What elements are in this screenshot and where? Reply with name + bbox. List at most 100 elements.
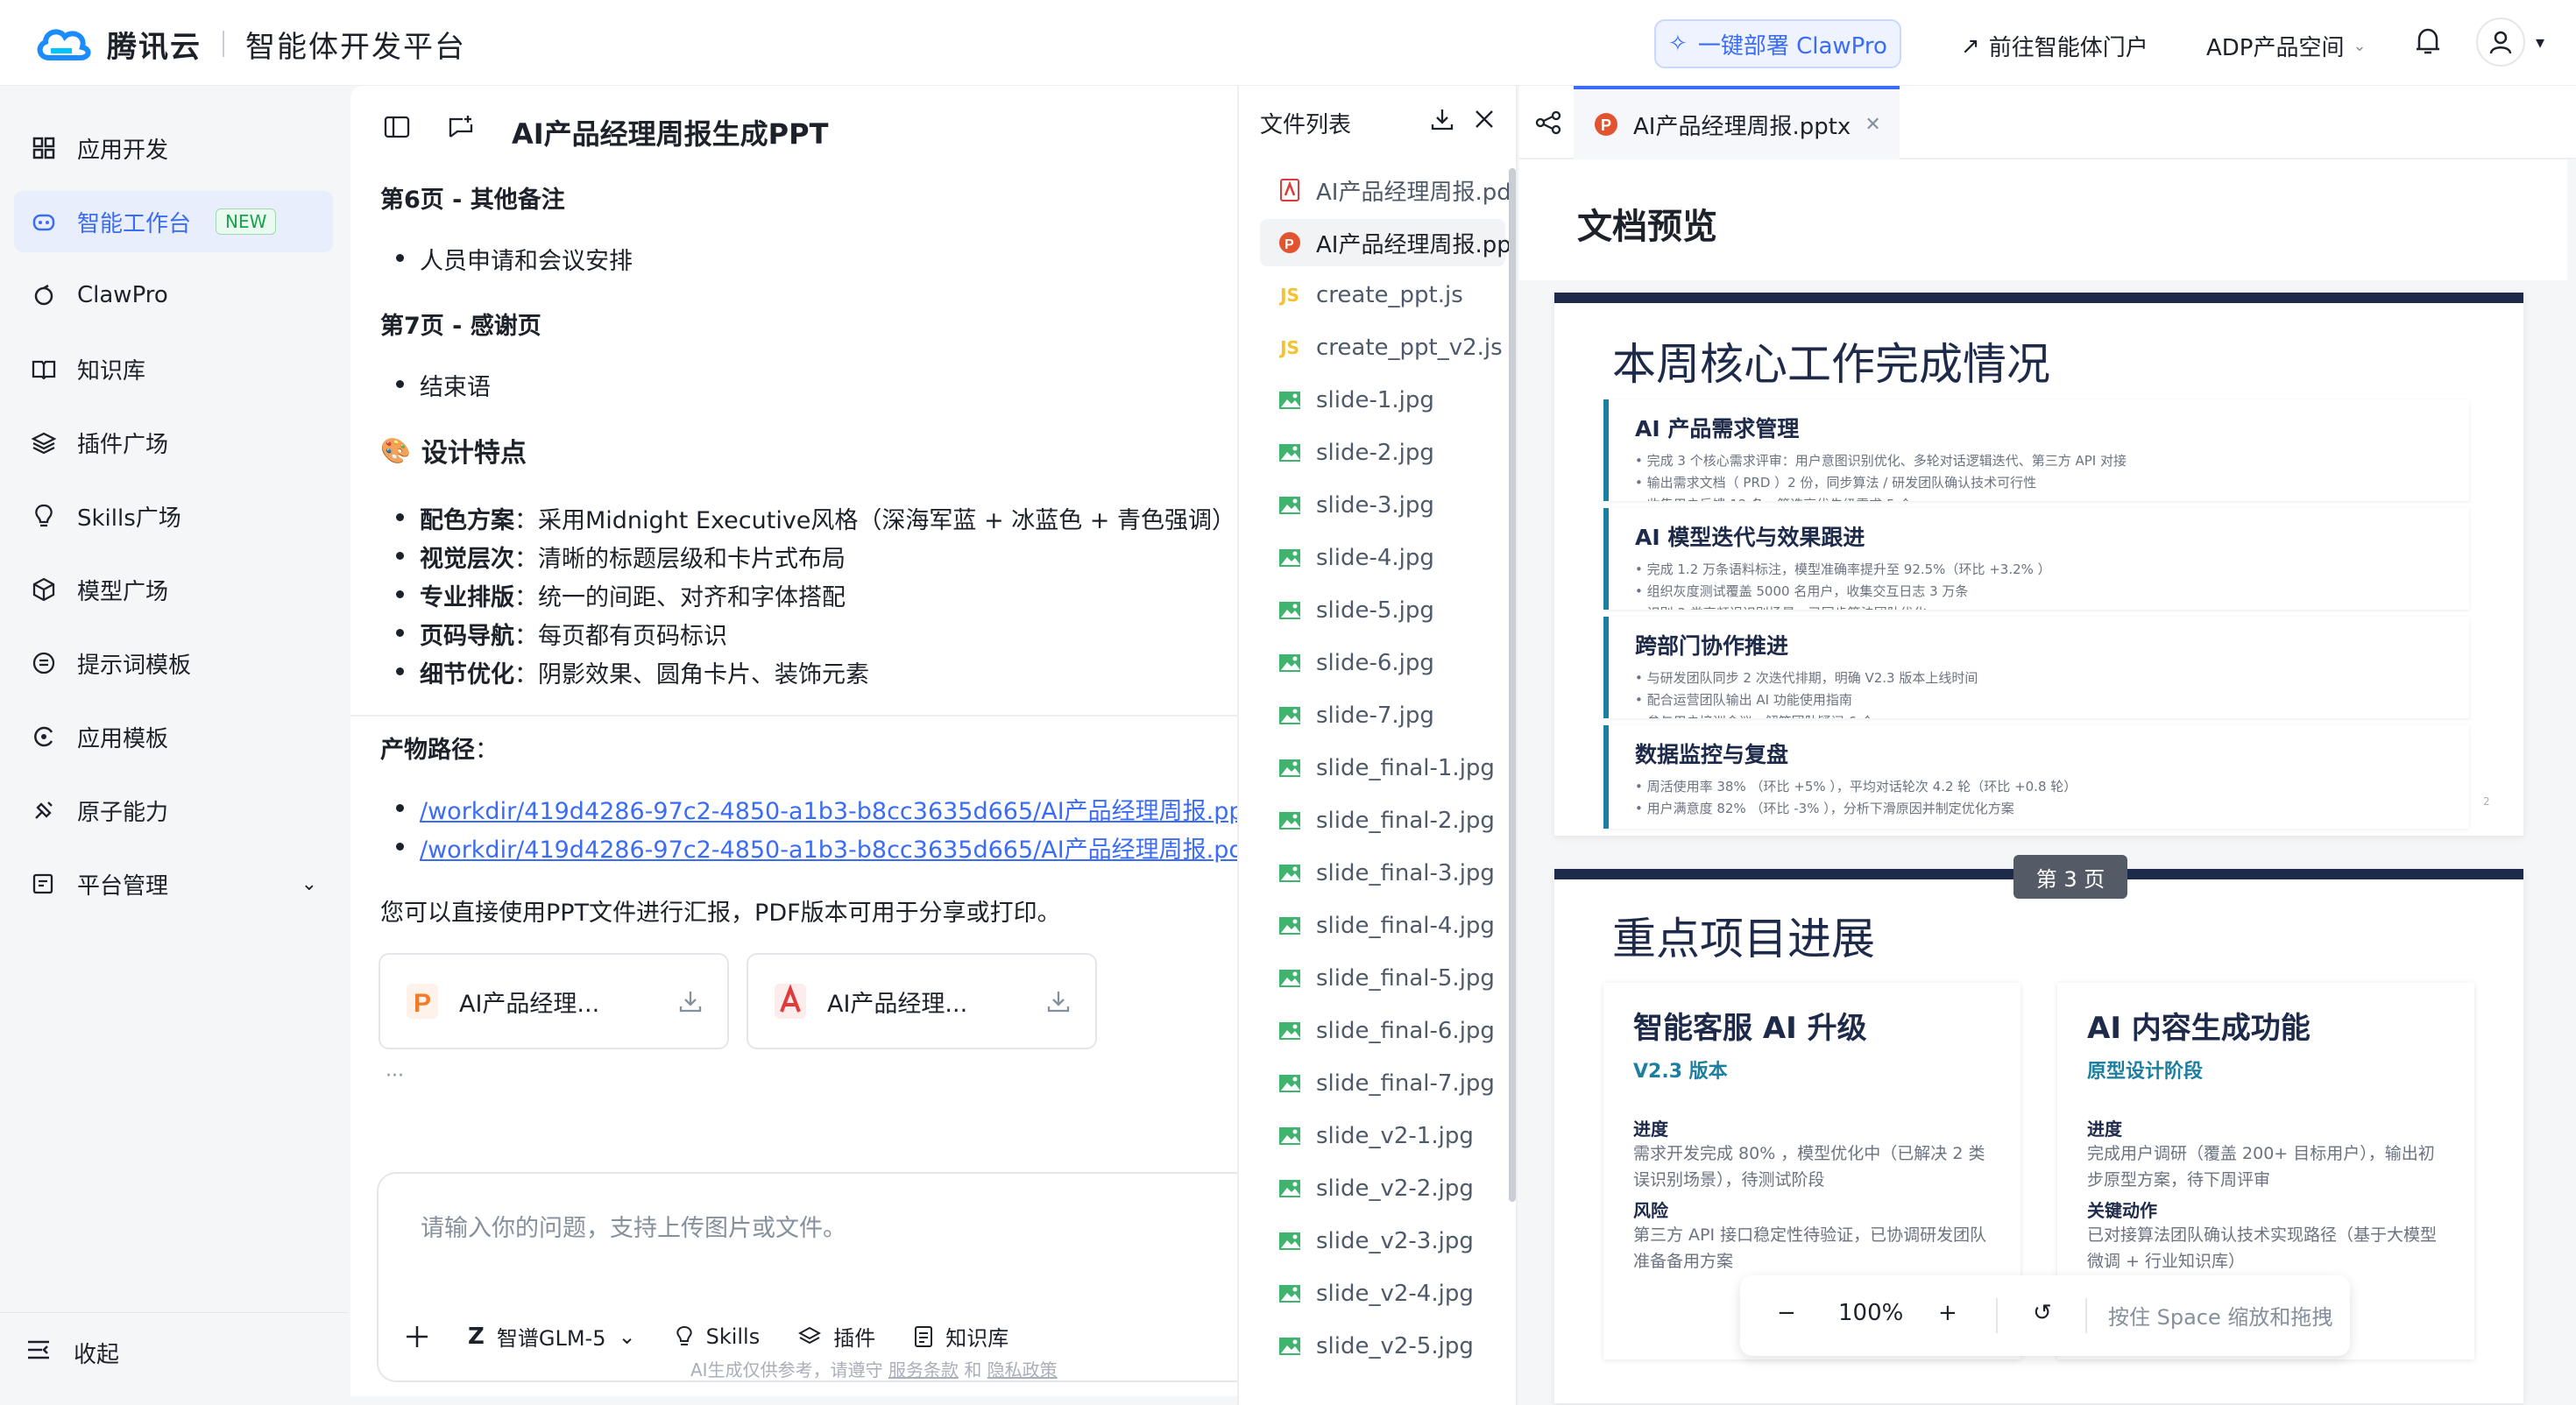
close-icon[interactable] xyxy=(1474,109,1495,133)
file-list-item[interactable]: slide_v2-4.jpg xyxy=(1260,1270,1505,1317)
list-item: 页码导航：每页都有页码标识 xyxy=(380,617,727,651)
chat-input[interactable]: 请输入你的问题，支持上传图片或文件。 xyxy=(421,1209,846,1243)
notification-bell-icon[interactable] xyxy=(2415,26,2441,60)
file-list-item[interactable]: slide_v2-2.jpg xyxy=(1260,1165,1505,1212)
file-list-item[interactable]: slide_final-6.jpg xyxy=(1260,1007,1505,1055)
new-badge: NEW xyxy=(216,208,277,235)
file-list-item[interactable]: slide_final-1.jpg xyxy=(1260,745,1505,792)
pdf-file-icon xyxy=(1277,178,1302,202)
chat-panel: AI产品经理周报生成PPT 第6页 - 其他备注 人员申请和会议安排 第7页 -… xyxy=(350,86,1237,1396)
file-list-item[interactable]: JS create_ppt.js xyxy=(1260,272,1505,319)
sidebar-item-atomic[interactable]: 原子能力 xyxy=(14,780,333,841)
sidebar-item-platform[interactable]: 平台管理 ⌄ xyxy=(14,853,333,914)
download-all-icon[interactable] xyxy=(1430,107,1454,135)
sidebar-item-clawpro[interactable]: ClawPro xyxy=(14,265,333,326)
add-attachment-button[interactable] xyxy=(405,1324,429,1349)
knowledge-button[interactable]: 知识库 xyxy=(914,1321,1008,1352)
collapse-button[interactable]: 收起 xyxy=(26,1337,119,1369)
section-line: • 配合运营团队输出 AI 功能使用指南 xyxy=(1635,692,1852,708)
image-file-icon xyxy=(1277,1071,1302,1096)
file-list-item[interactable]: slide-3.jpg xyxy=(1260,482,1505,529)
file-list-item[interactable]: slide-2.jpg xyxy=(1260,429,1505,477)
typing-ellipsis: ··· xyxy=(386,1065,404,1087)
section-line: • 用户满意度 82% （环比 -3% ），分析下滑原因并制定优化方案 xyxy=(1635,801,2014,816)
plugins-button[interactable]: 插件 xyxy=(798,1321,875,1352)
doc-preview-header: 文档预览 xyxy=(1519,159,2567,280)
file-list-item[interactable]: JS create_ppt_v2.js xyxy=(1260,324,1505,371)
file-list-item[interactable]: slide_final-7.jpg xyxy=(1260,1060,1505,1107)
list-icon xyxy=(30,649,58,677)
user-menu[interactable]: ▾ xyxy=(2476,18,2544,67)
privacy-link[interactable]: 隐私政策 xyxy=(987,1359,1058,1380)
model-selector[interactable]: Z 智谱GLM-5 ⌄ xyxy=(468,1321,636,1352)
file-name: slide-5.jpg xyxy=(1316,597,1434,624)
skills-button[interactable]: Skills xyxy=(675,1324,760,1349)
chat-input-box[interactable]: 请输入你的问题，支持上传图片或文件。 Z 智谱GLM-5 ⌄ Skills 插件… xyxy=(377,1172,1237,1382)
file-list-item[interactable]: slide_v2-3.jpg xyxy=(1260,1218,1505,1265)
sidebar-item-app-dev[interactable]: 应用开发 xyxy=(14,117,333,179)
section-line: • 输出需求文档（ PRD ）2 份，同步算法 / 研发团队确认技术可行性 xyxy=(1635,475,2037,491)
chat-note: 您可以直接使用PPT文件进行汇报，PDF版本可用于分享或打印。 xyxy=(380,900,1061,927)
zoom-out-button[interactable]: − xyxy=(1777,1300,1796,1326)
file-list-item[interactable]: slide_v2-1.jpg xyxy=(1260,1112,1505,1160)
deploy-clawpro-button[interactable]: ✧ 一键部署 ClawPro xyxy=(1654,19,1901,68)
file-name: slide_final-3.jpg xyxy=(1316,860,1495,886)
file-list-item[interactable]: slide-7.jpg xyxy=(1260,692,1505,739)
sidebar-toggle-icon[interactable] xyxy=(384,116,410,142)
file-list-item[interactable]: slide_final-4.jpg xyxy=(1260,902,1505,950)
download-icon xyxy=(679,992,702,1013)
reset-zoom-icon[interactable]: ↺ xyxy=(2033,1300,2052,1326)
portal-link[interactable]: ↗ 前往智能体门户 xyxy=(1961,30,2148,62)
file-list-item[interactable]: slide-6.jpg xyxy=(1260,639,1505,687)
sidebar-item-templates[interactable]: 应用模板 xyxy=(14,706,333,767)
brand-logo[interactable]: 腾讯云 智能体开发平台 xyxy=(33,19,466,68)
section-line: • 收集用户反馈 12 条，筛选高优先级需求 5 个 xyxy=(1635,494,2443,501)
file-list-item[interactable]: P AI产品经理周报.pptx xyxy=(1260,219,1516,266)
sidebar-item-knowledge[interactable]: 知识库 xyxy=(14,338,333,399)
sidebar-item-workbench[interactable]: 智能工作台 NEW xyxy=(14,191,333,252)
space-dropdown[interactable]: ADP产品空间 ⌄ xyxy=(2206,30,2367,62)
pptx-path-link[interactable]: /workdir/419d4286-97c2-4850-a1b3-b8cc363… xyxy=(420,792,1237,826)
sidebar-item-plugins[interactable]: 插件广场 xyxy=(14,412,333,473)
template-icon xyxy=(30,723,58,751)
file-list-item[interactable]: slide-4.jpg xyxy=(1260,534,1505,582)
file-list-item[interactable]: AI产品经理周报.pdf xyxy=(1260,166,1516,214)
section-title: 数据监控与复盘 xyxy=(1635,742,1789,767)
collapse-icon xyxy=(26,1338,53,1367)
sidebar-item-prompts[interactable]: 提示词模板 xyxy=(14,632,333,694)
image-file-icon xyxy=(1277,808,1302,833)
image-file-icon xyxy=(1277,756,1302,780)
structure-icon[interactable] xyxy=(1535,110,1561,138)
bot-icon xyxy=(30,208,58,236)
layers-icon xyxy=(798,1326,822,1344)
tab-pptx-preview[interactable]: P AI产品经理周报.pptx ✕ xyxy=(1574,86,1900,159)
sidebar-item-skills[interactable]: Skills广场 xyxy=(14,485,333,547)
page7-heading: 第7页 - 感谢页 xyxy=(380,313,541,340)
image-file-icon xyxy=(1277,1176,1302,1201)
file-list-item[interactable]: slide_final-3.jpg xyxy=(1260,850,1505,897)
tab-close-icon[interactable]: ✕ xyxy=(1865,114,1880,136)
user-icon xyxy=(2489,31,2512,54)
list-item: 结束语 xyxy=(380,368,491,402)
zoom-in-button[interactable]: + xyxy=(1938,1300,1957,1326)
chevron-down-icon: ⌄ xyxy=(618,1324,636,1349)
tencent-cloud-icon xyxy=(37,29,91,60)
image-file-icon xyxy=(1277,493,1302,518)
new-chat-icon[interactable] xyxy=(447,114,475,144)
terms-link[interactable]: 服务条款 xyxy=(888,1359,959,1380)
pptx-icon: P xyxy=(1595,113,1617,136)
pdf-file-card[interactable]: AI产品经理... xyxy=(747,953,1097,1049)
sidebar-item-models[interactable]: 模型广场 xyxy=(14,559,333,620)
pdf-path-link[interactable]: /workdir/419d4286-97c2-4850-a1b3-b8cc363… xyxy=(420,830,1237,865)
file-list-item[interactable]: slide_final-5.jpg xyxy=(1260,955,1505,1002)
pptx-file-card[interactable]: P AI产品经理... xyxy=(379,953,729,1049)
file-list-item[interactable]: slide_final-2.jpg xyxy=(1260,797,1505,844)
svg-text:P: P xyxy=(1284,237,1294,252)
file-list-item[interactable]: slide-1.jpg xyxy=(1260,377,1505,424)
file-list-item[interactable]: slide_v2-5.jpg xyxy=(1260,1323,1505,1370)
file-name: slide-7.jpg xyxy=(1316,702,1434,729)
file-list-scrollbar[interactable] xyxy=(1509,168,1516,1202)
cube-icon xyxy=(30,575,58,604)
file-list-item[interactable]: slide-5.jpg xyxy=(1260,587,1505,634)
preview-tabbar: P AI产品经理周报.pptx ✕ xyxy=(1519,86,2576,159)
